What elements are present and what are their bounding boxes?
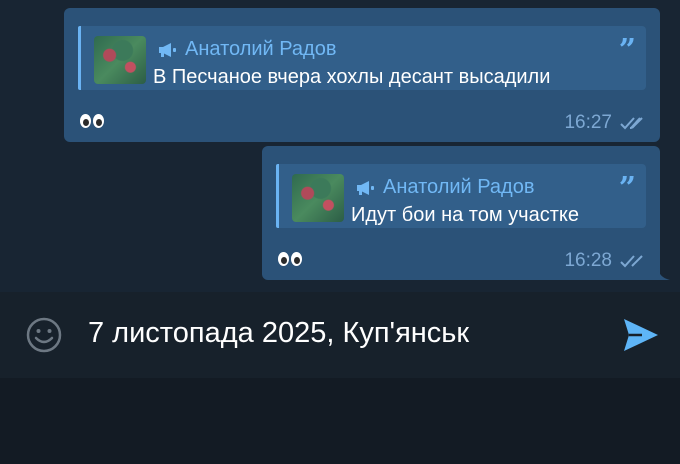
quote-text: В Песчаное вчера хохлы десант высадили [153, 66, 551, 88]
megaphone-icon [357, 180, 374, 195]
quote-mark-icon: ” [618, 171, 636, 206]
smile-icon[interactable] [26, 317, 62, 353]
message-time: 16:27 [564, 112, 612, 133]
message-time: 16:28 [564, 250, 612, 271]
message-composer: 7 листопада 2025, Куп'янськ [0, 292, 680, 378]
message-bubble[interactable]: Анатолий Радов В Песчаное вчера хохлы де… [64, 8, 660, 142]
megaphone-icon [159, 42, 176, 57]
message-input[interactable]: 7 листопада 2025, Куп'янськ [88, 317, 469, 350]
send-icon[interactable] [622, 317, 660, 353]
eyes-emoji-icon [80, 114, 104, 128]
message-bubble[interactable]: Анатолий Радов Идут бои на том участке ”… [262, 146, 670, 280]
chat-area: Анатолий Радов В Песчаное вчера хохлы де… [0, 0, 680, 292]
double-check-icon [620, 117, 643, 130]
quote-author: Анатолий Радов [157, 38, 336, 61]
message-meta: 16:28 [564, 250, 648, 272]
forwarded-quote[interactable]: Анатолий Радов В Песчаное вчера хохлы де… [78, 26, 646, 90]
quote-author-name: Анатолий Радов [383, 176, 535, 198]
quote-thumbnail [292, 174, 344, 222]
forwarded-quote[interactable]: Анатолий Радов Идут бои на том участке ” [276, 164, 646, 228]
quote-thumbnail [94, 36, 146, 84]
quote-author-name: Анатолий Радов [185, 38, 337, 60]
double-check-icon [620, 255, 643, 268]
eyes-emoji-icon [278, 252, 302, 266]
message-meta: 16:27 [564, 112, 648, 134]
bottom-panel [0, 378, 680, 464]
quote-author: Анатолий Радов [355, 176, 534, 199]
quote-text: Идут бои на том участке [351, 204, 579, 226]
bubble-tail [658, 266, 670, 280]
quote-mark-icon: ” [618, 33, 636, 68]
